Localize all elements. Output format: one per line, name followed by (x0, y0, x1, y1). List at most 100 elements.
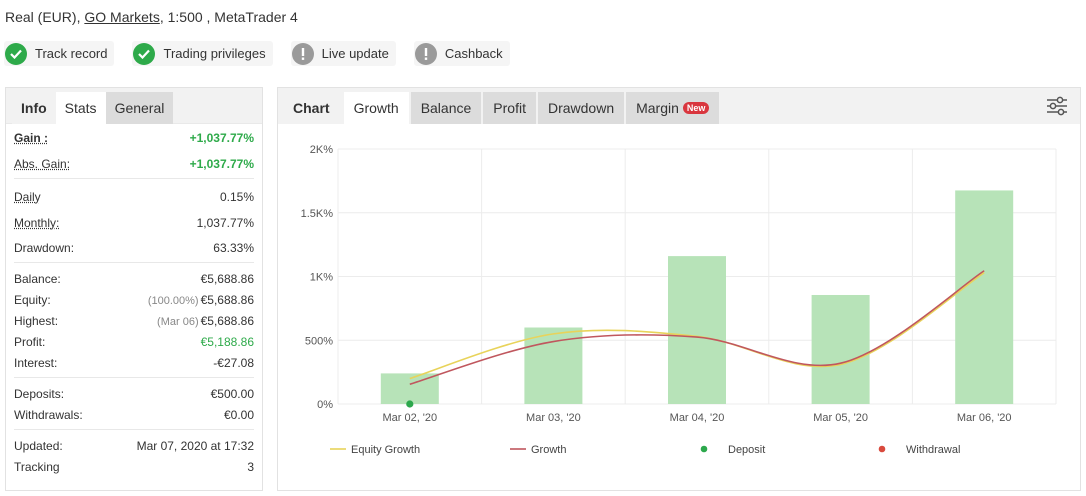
tab-margin[interactable]: Margin New (626, 92, 720, 124)
stat-prefix: (Mar 06) (157, 315, 199, 328)
stat-value: €5,188.86 (200, 334, 254, 349)
stat-row-gain: Gain : +1,037.77% (14, 127, 254, 148)
exclamation-icon (291, 42, 314, 65)
x-tick-label: Mar 04, '20 (670, 412, 725, 424)
balance-group: Balance: €5,688.86 Equity: (100.00%) €5,6… (14, 263, 254, 378)
stat-label[interactable]: Daily (14, 190, 41, 204)
tab-balance[interactable]: Balance (410, 92, 482, 124)
stat-value: +1,037.77% (189, 130, 254, 145)
rates-group: Daily 0.15% Monthly: 1,037.77% Drawdown:… (14, 179, 254, 263)
stat-label: Drawdown: (14, 240, 75, 255)
stat-value: 63.33% (213, 240, 254, 255)
account-details: , 1:500 , MetaTrader 4 (159, 9, 298, 25)
account-header: Real (EUR), GO Markets, 1:500 , MetaTrad… (5, 9, 298, 25)
legend-label: Equity Growth (351, 444, 420, 456)
legend-dot-marker (700, 445, 708, 453)
tab-margin-label: Margin (636, 100, 679, 116)
stat-value: €0.00 (223, 407, 254, 422)
stat-value: +1,037.77% (189, 156, 254, 171)
x-tick-label: Mar 03, '20 (526, 412, 581, 424)
x-tick-label: Mar 05, '20 (813, 412, 868, 424)
stat-label: Withdrawals: (14, 407, 83, 422)
legend-dot-marker (878, 445, 886, 453)
x-tick-label: Mar 06, '20 (957, 412, 1012, 424)
stat-row-balance: Balance: €5,688.86 (14, 268, 254, 289)
stat-row-equity: Equity: (100.00%) €5,688.86 (14, 289, 254, 310)
stat-row-withdrawals: Withdrawals: €0.00 (14, 404, 254, 425)
badge-cashback[interactable]: Cashback (413, 41, 510, 66)
stat-label[interactable]: Gain : (14, 131, 48, 145)
tab-general[interactable]: General (105, 92, 174, 124)
badge-label: Trading privileges (163, 46, 266, 61)
stat-value: -€27.08 (213, 355, 254, 370)
stat-row-deposits: Deposits: €500.00 (14, 383, 254, 404)
stat-label: Profit: (14, 334, 46, 349)
stats-tabs: Info Stats General (6, 88, 262, 124)
stat-value: 3 (247, 459, 254, 474)
tab-stats[interactable]: Stats (55, 92, 106, 124)
x-tick-label: Mar 02, '20 (382, 412, 437, 424)
growth-chart-svg: 0% 500% 1K% 1.5K% 2K% Mar 02, '20 Mar 03, '20 M… (301, 144, 1057, 456)
stat-label: Equity: (14, 292, 51, 307)
deposit-point (406, 400, 414, 408)
stat-value-wrap: (100.00%) €5,688.86 (148, 293, 254, 307)
stat-row-highest: Highest: (Mar 06) €5,688.86 (14, 310, 254, 331)
tab-chart[interactable]: Chart (283, 92, 342, 124)
tab-info[interactable]: Info (12, 92, 56, 124)
chart-panel: Chart Growth Balance Profit Drawdown Mar… (277, 87, 1081, 491)
y-tick-label: 0% (317, 399, 333, 411)
stat-label: Updated: (14, 438, 63, 453)
stat-row-updated: Updated: Mar 07, 2020 at 17:32 (14, 435, 254, 456)
account-type: Real (EUR), (5, 9, 81, 25)
stat-value-wrap: (Mar 06) €5,688.86 (157, 314, 254, 328)
chart-tabs: Chart Growth Balance Profit Drawdown Mar… (278, 88, 1080, 124)
tab-drawdown[interactable]: Drawdown (537, 92, 625, 124)
stat-row-daily: Daily 0.15% (14, 186, 254, 207)
badge-track-record[interactable]: Track record (4, 41, 115, 66)
stats-list: Gain : +1,037.77% Abs. Gain: +1,037.77% … (6, 124, 262, 481)
y-tick-label: 2K% (310, 144, 333, 156)
badge-label: Track record (35, 46, 108, 61)
stat-row-tracking: Tracking 3 (14, 456, 254, 477)
stat-label: Balance: (14, 271, 61, 286)
badge-live-update[interactable]: Live update (290, 41, 396, 66)
legend-label: Withdrawal (906, 444, 960, 456)
y-tick-label: 1.5K% (301, 208, 334, 220)
gain-group: Gain : +1,037.77% Abs. Gain: +1,037.77% (14, 124, 254, 179)
stat-label: Tracking (14, 459, 60, 474)
growth-bar (955, 190, 1014, 404)
check-icon (5, 42, 27, 65)
stat-value: 1,037.77% (196, 215, 254, 230)
y-tick-label: 1K% (310, 272, 333, 284)
tab-profit[interactable]: Profit (483, 92, 536, 124)
badge-label: Cashback (444, 46, 503, 61)
check-icon (133, 42, 156, 65)
stat-label: Deposits: (14, 386, 65, 401)
new-badge: New (682, 102, 710, 115)
stat-value: Mar 07, 2020 at 17:32 (136, 438, 254, 453)
tab-growth[interactable]: Growth (343, 92, 409, 124)
stat-row-abs-gain: Abs. Gain: +1,037.77% (14, 153, 254, 174)
broker-link[interactable]: GO Markets (84, 9, 159, 25)
stat-value: €5,688.86 (200, 313, 254, 328)
stat-value: €5,688.86 (200, 292, 254, 307)
growth-chart: 0% 500% 1K% 1.5K% 2K% Mar 02, '20 Mar 03, '20 M… (278, 125, 1080, 490)
stat-row-monthly: Monthly: 1,037.77% (14, 212, 254, 233)
stat-prefix: (100.00%) (147, 294, 199, 307)
stat-value: 0.15% (219, 189, 254, 204)
growth-bar (811, 294, 870, 404)
deposits-group: Deposits: €500.00 Withdrawals: €0.00 (14, 378, 254, 430)
stat-label: Highest: (14, 313, 59, 328)
legend-label: Growth (531, 444, 566, 456)
settings-sliders-icon[interactable] (1046, 96, 1068, 116)
exclamation-icon (414, 42, 437, 65)
stat-row-interest: Interest: -€27.08 (14, 352, 254, 373)
badge-trading-privileges[interactable]: Trading privileges (132, 41, 273, 66)
stat-value: €5,688.86 (200, 271, 254, 286)
stat-label[interactable]: Abs. Gain: (14, 157, 70, 171)
stat-row-drawdown: Drawdown: 63.33% (14, 237, 254, 258)
stat-value: €500.00 (210, 386, 254, 401)
y-tick-label: 500% (305, 335, 333, 347)
stat-label[interactable]: Monthly: (14, 216, 59, 230)
stats-panel: Info Stats General Gain : +1,037.77% Abs… (5, 87, 263, 491)
